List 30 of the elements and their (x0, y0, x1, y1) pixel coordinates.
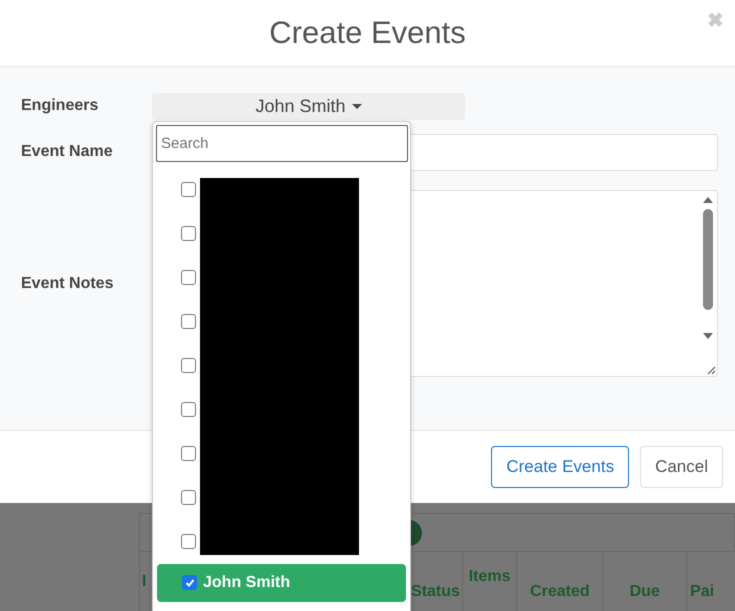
checkbox[interactable] (181, 490, 196, 505)
dropdown-button[interactable]: John Smith (152, 92, 465, 120)
check-icon (184, 578, 194, 588)
create-button[interactable]: Create Events (491, 446, 630, 488)
column-header: Pai (686, 552, 735, 611)
checkbox[interactable] (181, 182, 196, 197)
checkbox[interactable] (181, 358, 196, 373)
checkbox[interactable] (181, 314, 196, 329)
scroll-down-icon[interactable] (703, 333, 713, 339)
menu-item[interactable]: John Smith (157, 564, 406, 602)
field-label: Engineers (21, 97, 100, 115)
dialog-title: Create Events (269, 15, 466, 51)
column-header: I (139, 552, 152, 611)
column-header: Created (516, 552, 602, 611)
checkbox[interactable] (181, 402, 196, 417)
checkbox[interactable] (181, 534, 196, 549)
field-label: Event Notes (21, 274, 114, 292)
caret-icon (352, 104, 362, 108)
search-field[interactable]: Search (156, 124, 408, 162)
column-header: Due (602, 552, 686, 611)
scroll-up-icon[interactable] (703, 197, 713, 203)
cancel-button[interactable]: Cancel (640, 446, 723, 488)
field-label: Event Name (21, 143, 114, 161)
checkbox[interactable] (181, 270, 196, 285)
column-header: Status (410, 582, 461, 602)
checkbox[interactable] (182, 575, 197, 590)
resize-grip-icon[interactable] (706, 365, 716, 375)
checkbox[interactable] (181, 226, 196, 241)
column-header: Items (462, 552, 516, 611)
checkbox[interactable] (181, 446, 196, 461)
